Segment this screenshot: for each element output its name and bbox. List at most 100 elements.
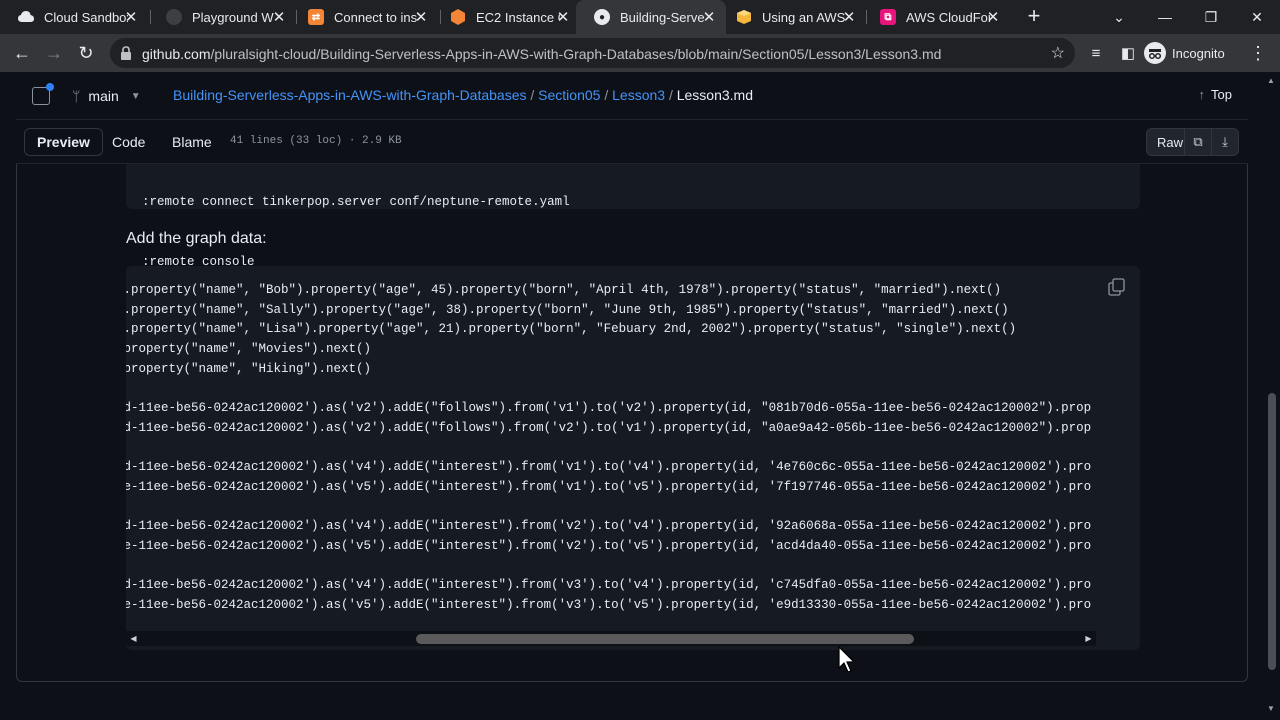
browser-tab-github-active[interactable]: ● Building-Serve ✕ bbox=[576, 0, 726, 34]
code-line: ld-11ee-be56-0242ac120002').as('v4').add… bbox=[126, 460, 1092, 475]
browser-toolbar: ← → ↻ github.com/pluralsight-cloud/Build… bbox=[0, 34, 1280, 72]
tab-title: Using an AWS bbox=[762, 9, 846, 25]
horizontal-scrollbar[interactable]: ◀ ▶ bbox=[126, 631, 1096, 646]
code-line: ld-11ee-be56-0242ac120002').as('v2').add… bbox=[126, 401, 1092, 416]
branch-selector[interactable]: ᛘ main ▼ bbox=[62, 81, 151, 111]
code-block-console: :remote connect tinkerpop.server conf/ne… bbox=[126, 164, 1140, 269]
breadcrumb-repo-link[interactable]: Building-Serverless-Apps-in-AWS-with-Gra… bbox=[173, 87, 527, 103]
close-tab-icon[interactable]: ✕ bbox=[554, 8, 572, 26]
back-button[interactable]: ← bbox=[8, 39, 36, 67]
side-panel-icon[interactable]: ◧ bbox=[1114, 39, 1142, 67]
tab-blame[interactable]: Blame bbox=[160, 128, 224, 156]
close-tab-icon[interactable]: ✕ bbox=[122, 8, 140, 26]
git-branch-icon: ᛘ bbox=[72, 88, 81, 104]
file-toolbar: Preview Code Blame 41 lines (33 loc) · 2… bbox=[16, 120, 1248, 164]
breadcrumb-section-link[interactable]: Section05 bbox=[538, 87, 600, 103]
markdown-body: :remote connect tinkerpop.server conf/ne… bbox=[16, 164, 1248, 682]
tab-preview[interactable]: Preview bbox=[24, 128, 103, 156]
close-tab-icon[interactable]: ✕ bbox=[270, 8, 288, 26]
url-text: github.com/pluralsight-cloud/Building-Se… bbox=[142, 46, 942, 62]
paragraph-text: Add the graph data: bbox=[126, 230, 267, 247]
browser-tab-cloud-sandbox[interactable]: Cloud Sandbox ✕ bbox=[0, 0, 148, 34]
arrow-up-icon: ↑ bbox=[1198, 87, 1206, 102]
current-file-name: Lesson3.md bbox=[676, 87, 754, 103]
close-window-button[interactable]: ✕ bbox=[1234, 0, 1280, 34]
minimize-button[interactable]: — bbox=[1142, 0, 1188, 34]
tab-title: EC2 Instance C bbox=[476, 9, 560, 25]
download-icon[interactable]: ⤓ bbox=[1211, 128, 1239, 156]
browser-tab-connect-instance[interactable]: ⇄ Connect to ins ✕ bbox=[290, 0, 438, 34]
copy-raw-icon[interactable]: ⧉ bbox=[1184, 128, 1212, 156]
code-line: le-11ee-be56-0242ac120002').as('v5').add… bbox=[126, 538, 1092, 553]
lock-icon bbox=[121, 46, 131, 60]
page-scrollbar[interactable]: ▲ ▼ bbox=[1264, 72, 1280, 720]
scroll-right-arrow-icon[interactable]: ▶ bbox=[1081, 631, 1096, 646]
page-scrollbar-thumb[interactable] bbox=[1268, 392, 1276, 671]
browser-tab-strip: Cloud Sandbox ✕ Playground W ✕ ⇄ Connect… bbox=[0, 0, 1280, 34]
reload-button[interactable]: ↻ bbox=[72, 39, 100, 67]
tab-search-icon[interactable]: ⌄ bbox=[1096, 0, 1142, 34]
mouse-cursor-icon bbox=[838, 646, 856, 673]
code-line: ld-11ee-be56-0242ac120002').as('v4').add… bbox=[126, 519, 1092, 534]
code-line: .property("name", "Hiking").next() bbox=[126, 361, 372, 376]
bookmark-star-icon[interactable]: ☆ bbox=[1051, 43, 1065, 63]
github-icon: ● bbox=[594, 9, 610, 25]
new-tab-button[interactable]: + bbox=[1022, 5, 1046, 29]
tab-code[interactable]: Code bbox=[100, 128, 157, 156]
code-line: ld-11ee-be56-0242ac120002').as('v4').add… bbox=[126, 578, 1092, 593]
playground-icon bbox=[166, 9, 182, 25]
branch-name: main bbox=[88, 88, 119, 104]
scrollbar-thumb[interactable] bbox=[416, 634, 915, 644]
tab-title: Building-Serve bbox=[620, 9, 704, 25]
forward-button[interactable]: → bbox=[40, 39, 68, 67]
close-tab-icon[interactable]: ✕ bbox=[700, 8, 718, 26]
tab-title: Connect to ins bbox=[334, 9, 418, 25]
aws-console-icon: ⇄ bbox=[308, 9, 324, 25]
cloudformation-icon: ⧉ bbox=[880, 9, 896, 25]
scroll-left-arrow-icon[interactable]: ◀ bbox=[126, 631, 141, 646]
code-line: ).property("name", "Sally").property("ag… bbox=[126, 302, 1009, 317]
incognito-icon bbox=[1144, 42, 1166, 64]
scroll-down-arrow-icon[interactable]: ▼ bbox=[1267, 704, 1275, 713]
browser-tab-playground[interactable]: Playground W ✕ bbox=[148, 0, 296, 34]
code-line: :remote connect tinkerpop.server conf/ne… bbox=[142, 195, 570, 210]
breadcrumb-lesson-link[interactable]: Lesson3 bbox=[612, 87, 665, 103]
file-header: ᛘ main ▼ Building-Serverless-Apps-in-AWS… bbox=[16, 72, 1248, 164]
top-button[interactable]: ↑ Top bbox=[1199, 87, 1232, 102]
code-line: le-11ee-be56-0242ac120002').as('v5').add… bbox=[126, 598, 1092, 612]
address-bar[interactable]: github.com/pluralsight-cloud/Building-Se… bbox=[110, 38, 1075, 68]
restore-button[interactable]: ❐ bbox=[1188, 0, 1234, 34]
breadcrumb: Building-Serverless-Apps-in-AWS-with-Gra… bbox=[173, 87, 754, 103]
incognito-profile[interactable]: Incognito bbox=[1144, 42, 1225, 64]
code-line: ).property("name", "Bob").property("age"… bbox=[126, 283, 1002, 297]
chevron-down-icon: ▼ bbox=[130, 90, 141, 102]
tab-title: AWS CloudFor bbox=[906, 9, 990, 25]
code-block-graph-data: ).property("name", "Bob").property("age"… bbox=[126, 266, 1140, 650]
close-tab-icon[interactable]: ✕ bbox=[840, 8, 858, 26]
close-tab-icon[interactable]: ✕ bbox=[984, 8, 1002, 26]
profile-label: Incognito bbox=[1172, 45, 1225, 61]
code-line: le-11ee-be56-0242ac120002').as('v5').add… bbox=[126, 479, 1092, 494]
code-line: .property("name", "Movies").next() bbox=[126, 342, 372, 357]
media-queue-icon[interactable]: ≡ bbox=[1082, 39, 1110, 67]
browser-tab-aws-docs[interactable]: Using an AWS ✕ bbox=[718, 0, 866, 34]
copy-icon[interactable] bbox=[1108, 278, 1126, 296]
breadcrumb-bar: ᛘ main ▼ Building-Serverless-Apps-in-AWS… bbox=[16, 72, 1248, 120]
code-line: ld-11ee-be56-0242ac120002').as('v2').add… bbox=[126, 420, 1092, 435]
browser-menu-icon[interactable]: ⋮ bbox=[1244, 39, 1272, 67]
ec2-icon bbox=[450, 9, 466, 25]
file-info: 41 lines (33 loc) · 2.9 KB bbox=[230, 135, 402, 147]
browser-tab-cloudformation[interactable]: ⧉ AWS CloudFor ✕ bbox=[862, 0, 1010, 34]
sidebar-toggle-icon[interactable] bbox=[32, 83, 54, 105]
scroll-up-arrow-icon[interactable]: ▲ bbox=[1267, 76, 1275, 85]
code-line: ).property("name", "Lisa").property("age… bbox=[126, 322, 1017, 337]
browser-tab-ec2-instance[interactable]: EC2 Instance C ✕ bbox=[432, 0, 580, 34]
tab-title: Cloud Sandbox bbox=[44, 9, 128, 25]
aws-docs-icon bbox=[736, 9, 752, 25]
cloud-icon bbox=[18, 9, 34, 25]
close-tab-icon[interactable]: ✕ bbox=[412, 8, 430, 26]
